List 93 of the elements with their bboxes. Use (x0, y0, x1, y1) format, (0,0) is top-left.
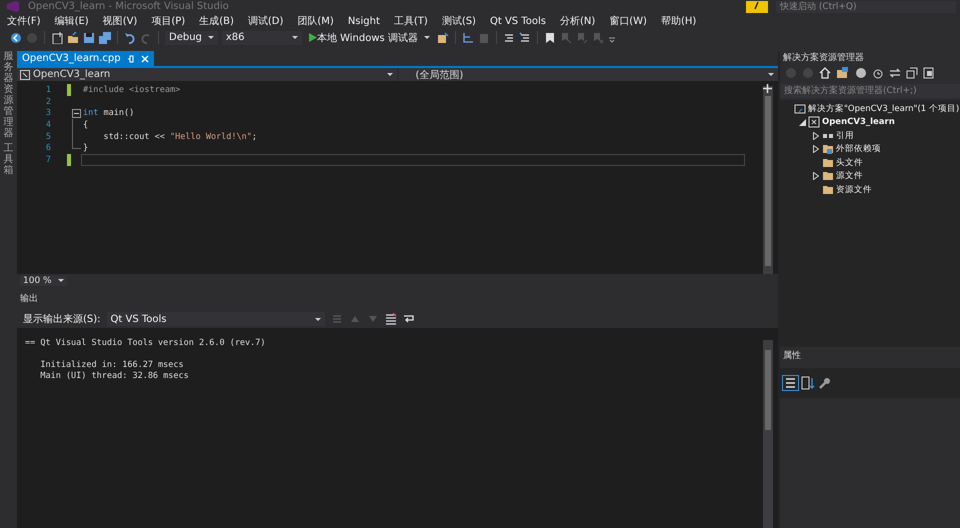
code-line: int main() (82, 108, 134, 118)
menu-item[interactable]: Nsight (340, 16, 387, 26)
menu-item[interactable]: 帮助(H) (654, 14, 704, 28)
scrollbar[interactable] (763, 340, 773, 528)
panel-title: 属性 (783, 350, 801, 362)
sort-icon[interactable] (801, 376, 815, 390)
menu-item[interactable]: 文件(F) (0, 14, 48, 28)
menu-item[interactable]: 编辑(E) (48, 14, 96, 28)
panel-title: 输出 (20, 292, 38, 304)
tree-item[interactable]: 源文件 (836, 170, 863, 182)
line-number: 1 (44, 84, 52, 95)
source-label: 显示输出来源(S): (23, 312, 101, 326)
file-icon (20, 70, 30, 80)
side-tab[interactable]: 服务器资源管理器 (4, 51, 14, 139)
line-number: 5 (44, 132, 52, 142)
output-source-dropdown[interactable]: Qt VS Tools (106, 312, 325, 326)
tree-item[interactable]: 外部依赖项 (836, 143, 881, 156)
line-number: 3 (44, 108, 52, 118)
line-number: 2 (44, 96, 52, 107)
menu-item[interactable]: 团队(M) (290, 14, 341, 28)
start-debugging-button[interactable]: 本地 Windows 调试器 (306, 30, 433, 44)
outdent-icon[interactable] (502, 32, 515, 44)
folder-icon (822, 184, 834, 196)
code-line: #include <iostream> (82, 84, 180, 95)
collapsed-icon[interactable] (813, 172, 819, 180)
folder-icon (822, 156, 834, 169)
output-line: Main (UI) thread: 32.86 msecs (39, 371, 190, 382)
menu-item[interactable]: 生成(B) (192, 14, 241, 28)
collapsed-icon[interactable] (813, 132, 819, 140)
history-icon[interactable] (872, 67, 884, 79)
collapse-icon[interactable] (72, 108, 80, 118)
tree-icon[interactable] (462, 32, 474, 44)
menu-item[interactable]: 调试(D) (240, 14, 290, 28)
scope-dropdown[interactable]: (全局范围) (398, 68, 778, 81)
app-logo-icon (6, 1, 20, 12)
scrollbar[interactable] (763, 86, 773, 274)
panel-title: 解决方案资源管理器 (783, 51, 864, 64)
zoom-dropdown[interactable]: 100 % (20, 276, 67, 286)
line-number: 6 (44, 143, 52, 154)
code-line: } (82, 143, 88, 154)
bookmark-icon[interactable] (544, 32, 556, 44)
menu-item[interactable]: 测试(S) (434, 14, 483, 28)
output-line: Initialized in: 166.27 msecs (39, 360, 185, 371)
menu-item[interactable]: 视图(V) (96, 14, 144, 28)
new-project-icon[interactable] (51, 32, 63, 44)
menu-item[interactable]: Qt VS Tools (482, 16, 553, 26)
find-in-files-icon[interactable] (436, 32, 449, 44)
tree-item[interactable]: 资源文件 (836, 184, 872, 196)
sphere-icon[interactable] (855, 67, 867, 79)
window-title: OpenCV3_learn - Microsoft Visual Studio (28, 1, 229, 12)
folder-icon (822, 143, 834, 156)
tree-item[interactable]: 头文件 (836, 156, 863, 169)
pin-icon[interactable] (126, 54, 135, 62)
code-line: { (82, 120, 88, 130)
solution-icon (794, 102, 806, 115)
menu-item[interactable]: 工具(T) (386, 14, 435, 28)
open-folder-icon[interactable] (67, 32, 79, 44)
close-icon[interactable] (140, 54, 149, 62)
configuration-dropdown[interactable]: Debug (165, 30, 218, 44)
folder-icon (822, 170, 834, 182)
indent-icon[interactable] (518, 32, 531, 44)
tree-item[interactable]: OpenCV3_learn (822, 117, 895, 128)
menu-item[interactable]: 项目(P) (144, 14, 192, 28)
collapsed-icon[interactable] (813, 145, 819, 154)
code-line: std::cout << "Hello World!\n"; (102, 132, 258, 142)
menu-item[interactable]: 窗口(W) (602, 14, 654, 28)
word-wrap-icon[interactable] (402, 313, 415, 325)
show-all-files-icon[interactable] (923, 67, 935, 79)
split-icon[interactable] (763, 84, 772, 93)
expanded-icon[interactable] (798, 118, 806, 126)
switch-views-icon[interactable] (836, 67, 850, 79)
tree-item[interactable]: 引用 (836, 130, 854, 142)
side-tab[interactable]: 工具箱 (4, 143, 14, 176)
platform-dropdown[interactable]: x86 (222, 30, 302, 44)
line-number: 7 (44, 154, 52, 165)
undo-icon[interactable] (124, 32, 136, 44)
categorized-icon[interactable] (783, 376, 798, 390)
home-icon[interactable] (819, 67, 831, 79)
output-line: == Qt Visual Studio Tools version 2.6.0 (rev.7) (25, 338, 267, 349)
project-dropdown[interactable]: OpenCV3_learn (17, 68, 396, 81)
sync-icon[interactable] (889, 67, 901, 79)
collapse-all-icon[interactable] (906, 67, 918, 79)
file-tab[interactable]: OpenCV3_learn.cpp (17, 51, 154, 66)
line-number: 4 (44, 120, 52, 130)
play-icon (308, 33, 317, 42)
save-icon[interactable] (83, 32, 95, 44)
project-icon (808, 116, 820, 128)
save-all-icon[interactable] (99, 32, 111, 44)
tree-item[interactable]: 解决方案"OpenCV3_learn"(1 个项目) (808, 102, 960, 115)
clear-all-icon[interactable] (384, 313, 397, 325)
menu-item[interactable]: 分析(N) (552, 14, 602, 28)
wrench-icon[interactable] (818, 376, 831, 390)
feedback-icon[interactable] (746, 0, 768, 12)
